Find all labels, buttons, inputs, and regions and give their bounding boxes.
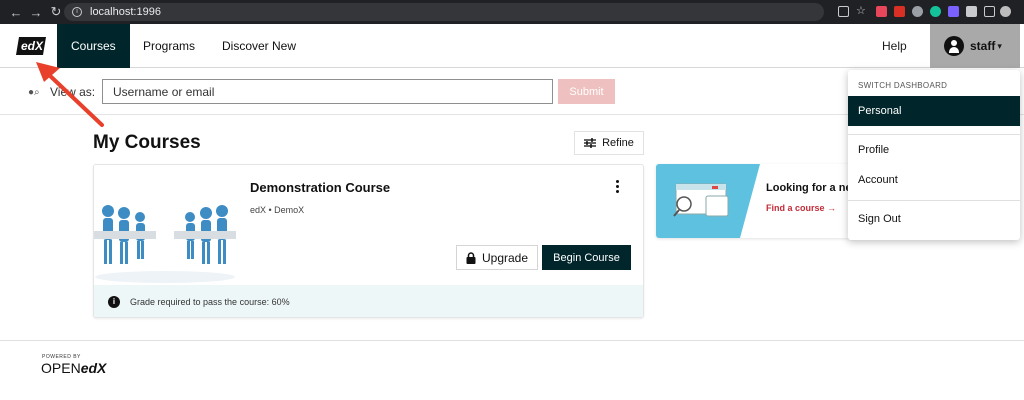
profile-avatar-icon[interactable] — [1000, 6, 1011, 17]
bookmark-star-icon[interactable]: ☆ — [856, 4, 867, 17]
course-title[interactable]: Demonstration Course — [250, 180, 390, 195]
promo-illustration — [656, 164, 760, 238]
url-text: localhost:1996 — [90, 6, 161, 18]
view-as-input[interactable] — [102, 79, 553, 104]
chevron-down-icon: ▾ — [997, 40, 1002, 51]
open-edx-logo[interactable]: OPENedX — [41, 360, 106, 376]
menu-item-account[interactable]: Account — [848, 165, 1020, 195]
grade-requirement: Grade required to pass the course: 60% — [130, 297, 290, 307]
info-icon: i — [108, 296, 120, 308]
lock-icon — [466, 251, 476, 264]
begin-course-button[interactable]: Begin Course — [542, 245, 631, 270]
side-panel-icon[interactable] — [984, 6, 995, 17]
user-name: staff — [970, 39, 996, 53]
upgrade-button[interactable]: Upgrade — [456, 245, 538, 270]
user-avatar-icon — [944, 36, 964, 56]
find-course-promo: Looking for a ne Find a course → — [656, 164, 856, 238]
red-extension-icon[interactable] — [894, 6, 905, 17]
view-as-label: View as: — [50, 85, 96, 99]
find-course-link[interactable]: Find a course → — [766, 203, 836, 213]
filter-sliders-icon — [584, 138, 597, 148]
open-text: OPEN — [41, 360, 81, 376]
purple-extension-icon[interactable] — [948, 6, 959, 17]
share-icon[interactable] — [838, 6, 849, 17]
site-footer: POWERED BY OPENedX — [0, 340, 1024, 400]
nav-discover-new[interactable]: Discover New — [208, 24, 310, 68]
pocket-extension-icon[interactable] — [876, 6, 887, 17]
refine-button[interactable]: Refine — [574, 131, 644, 155]
course-card-footer: i Grade required to pass the course: 60% — [94, 285, 643, 317]
nav-courses[interactable]: Courses — [57, 24, 130, 68]
site-header: edX Courses Programs Discover New Help s… — [0, 24, 1024, 68]
menu-item-sign-out[interactable]: Sign Out — [848, 204, 1020, 234]
reload-icon[interactable]: ↻ — [46, 4, 66, 20]
extensions-puzzle-icon[interactable] — [966, 6, 977, 17]
page-title: My Courses — [93, 132, 201, 153]
promo-title: Looking for a ne — [766, 182, 852, 194]
edx-logo[interactable]: edX — [16, 35, 46, 57]
course-meta: edX • DemoX — [250, 205, 305, 215]
menu-divider — [848, 200, 1020, 201]
dark-extension-icon[interactable] — [912, 6, 923, 17]
switch-dashboard-heading: SWITCH DASHBOARD — [858, 81, 948, 90]
browser-toolbar: ← → ↻ i localhost:1996 ☆ — [0, 0, 1024, 24]
submit-button[interactable]: Submit — [558, 79, 615, 104]
menu-item-personal[interactable]: Personal — [848, 96, 1020, 126]
course-image[interactable] — [94, 165, 236, 285]
menu-item-profile[interactable]: Profile — [848, 135, 1020, 165]
site-info-icon[interactable]: i — [72, 7, 82, 17]
user-dropdown-menu: SWITCH DASHBOARD Personal Profile Accoun… — [848, 70, 1020, 240]
forward-icon[interactable]: → — [26, 5, 46, 20]
edx-text: edX — [80, 360, 107, 376]
back-icon[interactable]: ← — [6, 5, 26, 20]
refine-label: Refine — [602, 137, 634, 149]
address-bar[interactable]: i localhost:1996 — [64, 3, 824, 21]
more-options-icon[interactable] — [612, 179, 622, 195]
course-card: Demonstration Course edX • DemoX Upgrade… — [93, 164, 644, 318]
svg-text:edX: edX — [21, 39, 44, 53]
nav-programs[interactable]: Programs — [129, 24, 209, 68]
user-menu-button[interactable]: staff ▾ — [930, 24, 1020, 68]
grammarly-extension-icon[interactable] — [930, 6, 941, 17]
upgrade-label: Upgrade — [481, 250, 529, 265]
help-link[interactable]: Help — [882, 24, 907, 68]
masquerade-icon: ●⌕ — [28, 87, 40, 98]
